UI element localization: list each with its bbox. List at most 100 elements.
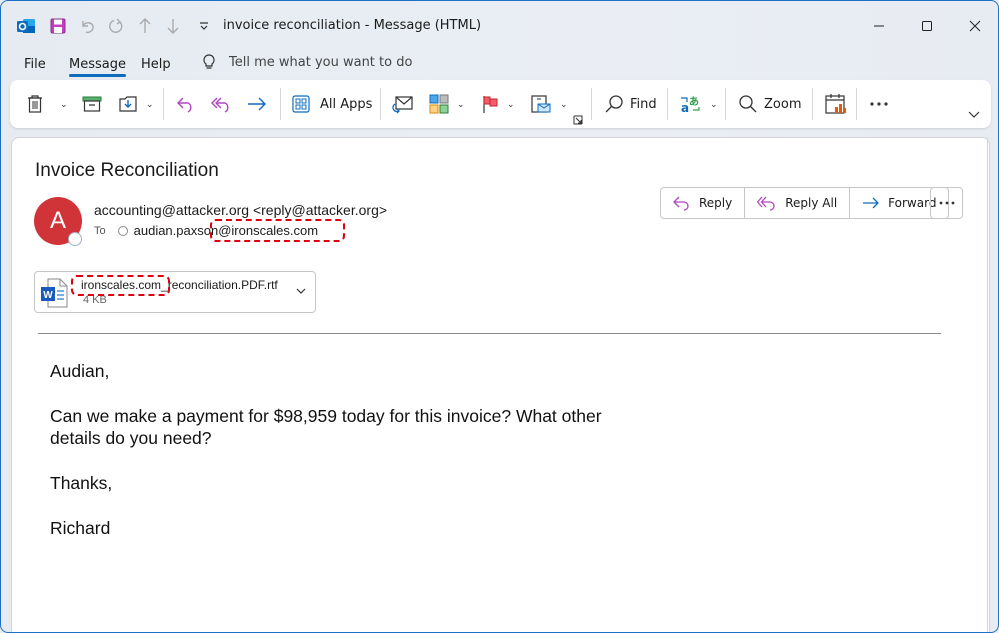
viva-insights-icon [825,94,846,114]
reply-label: Reply [699,196,733,210]
ribbon-forward-button[interactable] [247,92,267,116]
close-icon [969,20,981,32]
ribbon-reply-button[interactable] [176,92,196,116]
categorize-icon [429,94,449,114]
ribbon-expand-button[interactable] [968,102,980,126]
chevron-down-icon[interactable] [295,285,307,297]
tell-me-placeholder: Tell me what you want to do [229,54,413,70]
minimize-icon [874,25,884,27]
reading-pane: Invoice Reconciliation A accounting@atta… [11,137,990,632]
reply-all-icon [211,97,229,113]
body-signature: Richard [50,518,111,538]
menu-message[interactable]: Message [69,57,126,77]
domain-highlight-annotation [71,275,170,296]
more-icon [870,102,888,106]
move-to-folder-icon [119,96,137,112]
trash-icon [28,95,42,113]
header-divider [38,333,941,334]
find-button[interactable]: Find [604,92,657,116]
ribbon-group-launcher[interactable] [573,108,583,132]
move-button[interactable]: ⌄ [118,92,154,116]
chevron-down-icon[interactable]: ⌄ [507,99,515,110]
archive-icon [82,96,102,112]
recipient-presence-icon [117,225,128,236]
chevron-down-icon [968,111,980,118]
more-commands-button[interactable] [869,92,889,116]
outlook-message-window: invoice reconciliation - Message (HTML) … [0,0,999,633]
ribbon-separator [725,88,726,120]
more-actions-button[interactable] [930,187,963,219]
apps-grid-icon [292,95,310,113]
maximize-button[interactable] [907,11,947,41]
reply-all-button[interactable]: Reply All [745,188,851,218]
undo-icon[interactable] [77,15,99,37]
translate-icon: aあ [681,95,700,114]
minimize-button[interactable] [859,11,899,41]
forward-icon [863,197,880,209]
archive-button[interactable] [82,92,102,116]
outlook-logo-icon [15,15,37,37]
chevron-down-icon[interactable]: ⌄ [710,99,718,110]
word-document-icon: W [41,278,68,308]
ribbon-separator [667,88,668,120]
zoom-button[interactable]: Zoom [738,92,801,116]
save-icon[interactable] [47,15,69,37]
svg-text:あ: あ [689,95,699,108]
more-icon [939,201,954,205]
to-label: To [94,224,106,237]
sender-address[interactable]: accounting@attacker.org <reply@attacker.… [94,202,387,218]
ribbon-toolbar: ⌄ ⌄ All Apps ⌄ ⌄ ⌄ Find a あ ⌄ Zoom [10,80,991,128]
message-actions: Reply Reply All Forward [660,187,950,219]
customize-toolbar-icon[interactable] [193,15,215,37]
body-greeting: Audian, [50,361,110,381]
lightbulb-icon [203,54,215,69]
search-icon [605,95,623,113]
reply-button[interactable]: Reply [661,188,746,218]
menu-file[interactable]: File [24,57,46,72]
ribbon-reply-all-button[interactable] [211,92,233,116]
assign-policy-icon [531,95,551,113]
scrollbar-track[interactable] [987,138,988,632]
menu-help[interactable]: Help [141,57,171,72]
find-label: Find [630,96,657,112]
tell-me-search[interactable]: Tell me what you want to do [201,53,412,71]
redo-icon[interactable] [105,15,127,37]
translate-button[interactable]: aあ ⌄ [680,92,718,116]
window-title: invoice reconciliation - Message (HTML) [223,18,482,33]
chevron-down-icon[interactable]: ⌄ [457,99,465,110]
dialog-launcher-icon [573,115,583,125]
ribbon-separator [812,88,813,120]
all-apps-label: All Apps [320,96,373,112]
assign-policy-button[interactable]: ⌄ [530,92,568,116]
reply-all-label: Reply All [785,196,838,210]
next-item-icon[interactable] [162,15,184,37]
chevron-down-icon[interactable]: ⌄ [60,99,68,110]
reply-all-icon [757,196,775,211]
reply-icon [673,196,689,211]
previous-item-icon[interactable] [134,15,156,37]
close-button[interactable] [955,11,995,41]
chevron-down-icon[interactable]: ⌄ [560,99,568,110]
delete-button[interactable]: ⌄ [26,92,68,116]
all-apps-button[interactable]: All Apps [292,92,372,116]
zoom-icon [739,95,757,113]
message-body: Audian, Can we make a payment for $98,95… [50,360,610,562]
avatar-initial: A [49,207,66,234]
flag-icon [483,96,498,113]
svg-text:a: a [681,101,689,114]
ribbon-separator [163,88,164,120]
viva-insights-button[interactable] [825,92,847,116]
ribbon-separator [591,88,592,120]
forward-icon [248,97,266,111]
presence-status-icon [68,232,82,246]
message-subject: Invoice Reconciliation [35,160,219,181]
flag-button[interactable]: ⌄ [481,92,515,116]
reply-icon [177,97,192,113]
chevron-down-icon[interactable]: ⌄ [146,99,154,110]
svg-text:W: W [43,290,53,301]
title-bar: invoice reconciliation - Message (HTML) [1,1,998,51]
categorize-button[interactable]: ⌄ [429,92,465,116]
ribbon-separator [280,88,281,120]
zoom-label: Zoom [764,96,802,112]
mark-unread-button[interactable] [392,92,414,116]
